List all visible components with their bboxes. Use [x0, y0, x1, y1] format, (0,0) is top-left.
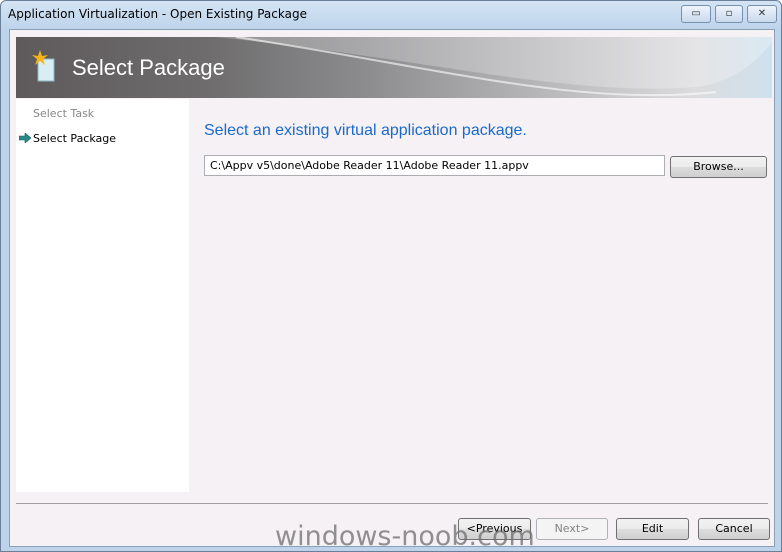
- package-path-input[interactable]: C:\Appv v5\done\Adobe Reader 11\Adobe Re…: [204, 155, 665, 176]
- wizard-steps-sidebar: Select Task Select Package: [16, 99, 189, 492]
- footer-divider: [16, 503, 768, 504]
- watermark: windows-noob.com: [275, 521, 535, 552]
- maximize-button[interactable]: ▫: [715, 5, 743, 23]
- browse-button[interactable]: Browse...: [670, 156, 767, 178]
- banner-title: Select Package: [72, 55, 225, 80]
- package-icon: [32, 50, 55, 82]
- edit-button[interactable]: Edit: [616, 518, 689, 540]
- minimize-button[interactable]: ▭: [681, 5, 711, 23]
- client-area: Select Package Select Task Select Packag…: [9, 29, 775, 547]
- arrow-right-icon: [19, 133, 31, 143]
- next-button[interactable]: Next>: [536, 518, 608, 540]
- step-select-package: Select Package: [33, 132, 117, 145]
- dialog-window: Application Virtualization - Open Existi…: [0, 0, 782, 552]
- step-select-task: Select Task: [33, 107, 95, 120]
- page-heading: Select an existing virtual application p…: [204, 122, 527, 139]
- window-title: Application Virtualization - Open Existi…: [8, 7, 307, 21]
- banner: Select Package: [16, 37, 772, 98]
- close-button[interactable]: ✕: [747, 5, 777, 23]
- cancel-button[interactable]: Cancel: [698, 518, 770, 540]
